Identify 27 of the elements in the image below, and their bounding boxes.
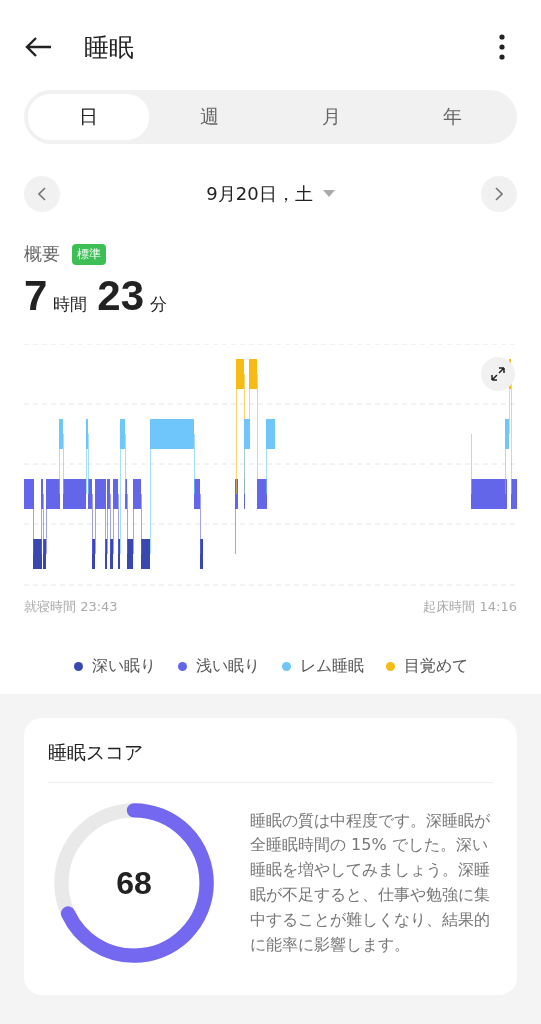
quality-badge: 標準: [72, 243, 106, 265]
legend-label: 浅い眠り: [195, 655, 260, 677]
period-tab[interactable]: 月: [270, 94, 392, 140]
expand-button[interactable]: [481, 357, 515, 391]
period-tab[interactable]: 週: [149, 94, 271, 140]
hours-value: 7: [24, 272, 48, 320]
bedtime-label: 就寝時間 23:43: [24, 598, 118, 616]
chevron-left-icon: [38, 187, 46, 201]
sleep-score: 68: [116, 864, 152, 902]
minutes-unit: 分: [150, 293, 168, 316]
period-tab[interactable]: 年: [391, 94, 513, 140]
legend-label: 目覚めて: [403, 655, 468, 677]
legend-label: レム睡眠: [299, 655, 364, 677]
date-selector[interactable]: 9月20日，土: [206, 182, 313, 206]
expand-icon: [490, 366, 506, 382]
period-tab[interactable]: 日: [28, 94, 150, 140]
page-title: 睡眠: [84, 31, 135, 64]
summary-label: 概要: [24, 242, 60, 266]
legend-label: 深い眠り: [91, 655, 156, 677]
score-description: 睡眠の質は中程度です。深睡眠が全睡眠時間の 15% でした。深い睡眠を増やしてみましょう。深睡眠が不足すると、仕事や勉強に集中することが難しくなり、結果的に能率に影響します。: [250, 809, 491, 956]
card-title: 睡眠スコア: [48, 740, 493, 783]
chevron-right-icon: [495, 187, 503, 201]
hours-unit: 時間: [53, 293, 88, 316]
minutes-value: 23: [97, 272, 145, 320]
more-options-icon[interactable]: [499, 34, 505, 60]
back-icon[interactable]: [24, 35, 52, 59]
wake-time-label: 起床時間 14:16: [423, 598, 517, 616]
